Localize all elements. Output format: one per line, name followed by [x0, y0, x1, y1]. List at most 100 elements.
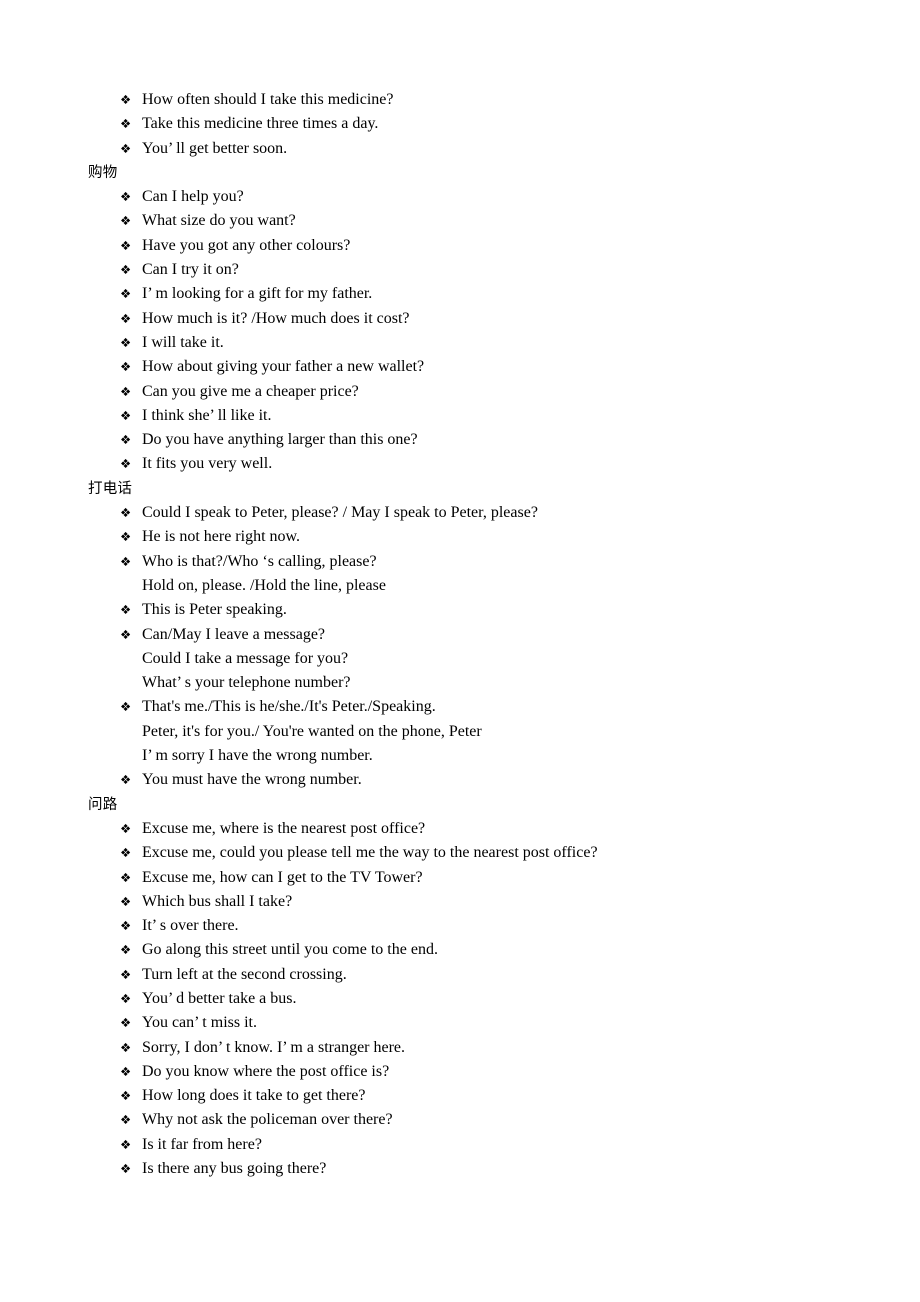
diamond-bullet-icon: ❖ — [120, 529, 132, 545]
diamond-bullet-icon: ❖ — [120, 1088, 132, 1104]
phrase-text: That's me./This is he/she./It's Peter./S… — [142, 698, 436, 716]
diamond-bullet-icon: ❖ — [120, 1112, 132, 1128]
phrase-item: ❖ You must have the wrong number. — [88, 768, 868, 792]
diamond-bullet-icon: ❖ — [120, 189, 132, 205]
diamond-bullet-icon: ❖ — [120, 456, 132, 472]
phrase-continuation-line: Peter, it's for you./ You're wanted on t… — [88, 720, 868, 744]
diamond-bullet-icon: ❖ — [120, 383, 132, 399]
phrase-item: ❖ Can/May I leave a message? — [88, 623, 868, 647]
phrase-text: Can/May I leave a message? — [142, 625, 326, 643]
diamond-bullet-icon: ❖ — [120, 1039, 132, 1055]
phrase-text: Do you have anything larger than this on… — [142, 431, 418, 449]
diamond-bullet-icon: ❖ — [120, 334, 132, 350]
phrase-text: Can I help you? — [142, 188, 244, 206]
document-page: ❖ How often should I take this medicine? ❖… — [0, 0, 920, 1302]
phrase-text: How much is it? /How much does it cost? — [142, 309, 410, 327]
phrase-text: I’ m sorry I have the wrong number. — [142, 747, 373, 765]
phrase-text: What size do you want? — [142, 212, 296, 230]
diamond-bullet-icon: ❖ — [120, 237, 132, 253]
diamond-bullet-icon: ❖ — [120, 116, 132, 132]
phrase-item: ❖ I will take it. — [88, 331, 868, 355]
diamond-bullet-icon: ❖ — [120, 845, 132, 861]
section-making-a-phone-call: 打电话 ❖ Could I speak to Peter, please? / Ma… — [88, 477, 868, 793]
phrase-item: ❖ Can I try it on? — [88, 258, 868, 282]
diamond-bullet-icon: ❖ — [120, 310, 132, 326]
diamond-bullet-icon: ❖ — [120, 1136, 132, 1152]
phrase-item: ❖ Is it far from here? — [88, 1133, 868, 1157]
phrase-text: Could I speak to Peter, please? / May I … — [142, 504, 538, 522]
section-seeing-a-doctor-continued: ❖ How often should I take this medicine? ❖… — [88, 88, 868, 161]
phrase-continuation-line: Hold on, please. /Hold the line, please — [88, 574, 868, 598]
phrase-text: Excuse me, could you please tell me the … — [142, 844, 598, 862]
phrase-continuation-line: What’ s your telephone number? — [88, 671, 868, 695]
phrase-text: You must have the wrong number. — [142, 771, 362, 789]
phrase-item: ❖ What size do you want? — [88, 209, 868, 233]
phrase-text: I’ m looking for a gift for my father. — [142, 285, 373, 303]
diamond-bullet-icon: ❖ — [120, 772, 132, 788]
diamond-bullet-icon: ❖ — [120, 359, 132, 375]
phrase-item: ❖ Turn left at the second crossing. — [88, 963, 868, 987]
phrase-text: Which bus shall I take? — [142, 892, 293, 910]
phrase-item: ❖ Can I help you? — [88, 185, 868, 209]
phrase-text: Excuse me, how can I get to the TV Tower… — [142, 868, 423, 886]
diamond-bullet-icon: ❖ — [120, 602, 132, 618]
diamond-bullet-icon: ❖ — [120, 286, 132, 302]
diamond-bullet-icon: ❖ — [120, 213, 132, 229]
phrase-item: ❖ Do you have anything larger than this o… — [88, 428, 868, 452]
phrase-text: Is there any bus going there? — [142, 1160, 327, 1178]
phrase-item: ❖ Why not ask the policeman over there? — [88, 1108, 868, 1132]
diamond-bullet-icon: ❖ — [120, 966, 132, 982]
phrase-text: Sorry, I don’ t know. I’ m a stranger he… — [142, 1038, 406, 1056]
section-asking-the-way: 问路 ❖ Excuse me, where is the nearest post … — [88, 793, 868, 1182]
phrase-text: Do you know where the post office is? — [142, 1062, 390, 1080]
phrase-item: ❖ This is Peter speaking. — [88, 598, 868, 622]
diamond-bullet-icon: ❖ — [120, 942, 132, 958]
phrase-text: Can I try it on? — [142, 261, 239, 279]
diamond-bullet-icon: ❖ — [120, 893, 132, 909]
phrase-list-shopping: ❖ Can I help you? ❖ What size do you want? ❖… — [88, 185, 868, 477]
phrase-text: Excuse me, where is the nearest post off… — [142, 819, 426, 837]
phrase-item: ❖ I’ m looking for a gift for my father. — [88, 282, 868, 306]
phrase-item: ❖ It’ s over there. — [88, 914, 868, 938]
diamond-bullet-icon: ❖ — [120, 918, 132, 934]
phrase-text: He is not here right now. — [142, 528, 301, 546]
phrase-list-asking-the-way: ❖ Excuse me, where is the nearest post of… — [88, 817, 868, 1181]
diamond-bullet-icon: ❖ — [120, 140, 132, 156]
phrase-text: This is Peter speaking. — [142, 601, 287, 619]
phrase-item: ❖ How long does it take to get there? — [88, 1084, 868, 1108]
phrase-item: ❖ Can you give me a cheaper price? — [88, 380, 868, 404]
phrase-text: Is it far from here? — [142, 1135, 262, 1153]
phrase-text: Why not ask the policeman over there? — [142, 1111, 393, 1129]
diamond-bullet-icon: ❖ — [120, 553, 132, 569]
diamond-bullet-icon: ❖ — [120, 92, 132, 107]
phrase-item: ❖ Go along this street until you come to … — [88, 938, 868, 962]
diamond-bullet-icon: ❖ — [120, 820, 132, 836]
phrase-item: ❖ Who is that?/Who ‘s calling, please? — [88, 550, 868, 574]
phrase-text: How long does it take to get there? — [142, 1087, 366, 1105]
phrase-text: Go along this street until you come to t… — [142, 941, 438, 959]
section-heading-shopping: 购物 — [88, 164, 118, 181]
diamond-bullet-icon: ❖ — [120, 407, 132, 423]
phrase-text: I think she’ ll like it. — [142, 406, 272, 424]
phrase-text: I will take it. — [142, 333, 224, 351]
phrase-item: ❖ Do you know where the post office is? — [88, 1060, 868, 1084]
phrase-item: ❖ He is not here right now. — [88, 525, 868, 549]
phrase-continuation-line: I’ m sorry I have the wrong number. — [88, 744, 868, 768]
phrase-text: Turn left at the second crossing. — [142, 965, 347, 983]
phrase-text: It fits you very well. — [142, 455, 273, 473]
phrase-text: You’ d better take a bus. — [142, 989, 297, 1007]
phrase-item: ❖ That's me./This is he/she./It's Peter./… — [88, 695, 868, 719]
phrase-item: ❖ You’ ll get better soon. — [88, 137, 868, 161]
phrase-item: ❖ Take this medicine three times a day. — [88, 112, 868, 136]
diamond-bullet-icon: ❖ — [120, 1015, 132, 1031]
phrase-text: What’ s your telephone number? — [142, 674, 351, 692]
phrase-list-seeing-a-doctor-continued: ❖ How often should I take this medicine? ❖… — [88, 88, 868, 161]
phrase-item: ❖ Sorry, I don’ t know. I’ m a stranger h… — [88, 1036, 868, 1060]
phrase-item: ❖ I think she’ ll like it. — [88, 404, 868, 428]
phrase-text: Take this medicine three times a day. — [142, 115, 379, 133]
phrase-text: Could I take a message for you? — [142, 649, 349, 667]
phrase-continuation-line: Could I take a message for you? — [88, 647, 868, 671]
phrase-item: ❖ It fits you very well. — [88, 452, 868, 476]
phrase-item: ❖ You can’ t miss it. — [88, 1011, 868, 1035]
phrase-item: ❖ Could I speak to Peter, please? / May I… — [88, 501, 868, 525]
